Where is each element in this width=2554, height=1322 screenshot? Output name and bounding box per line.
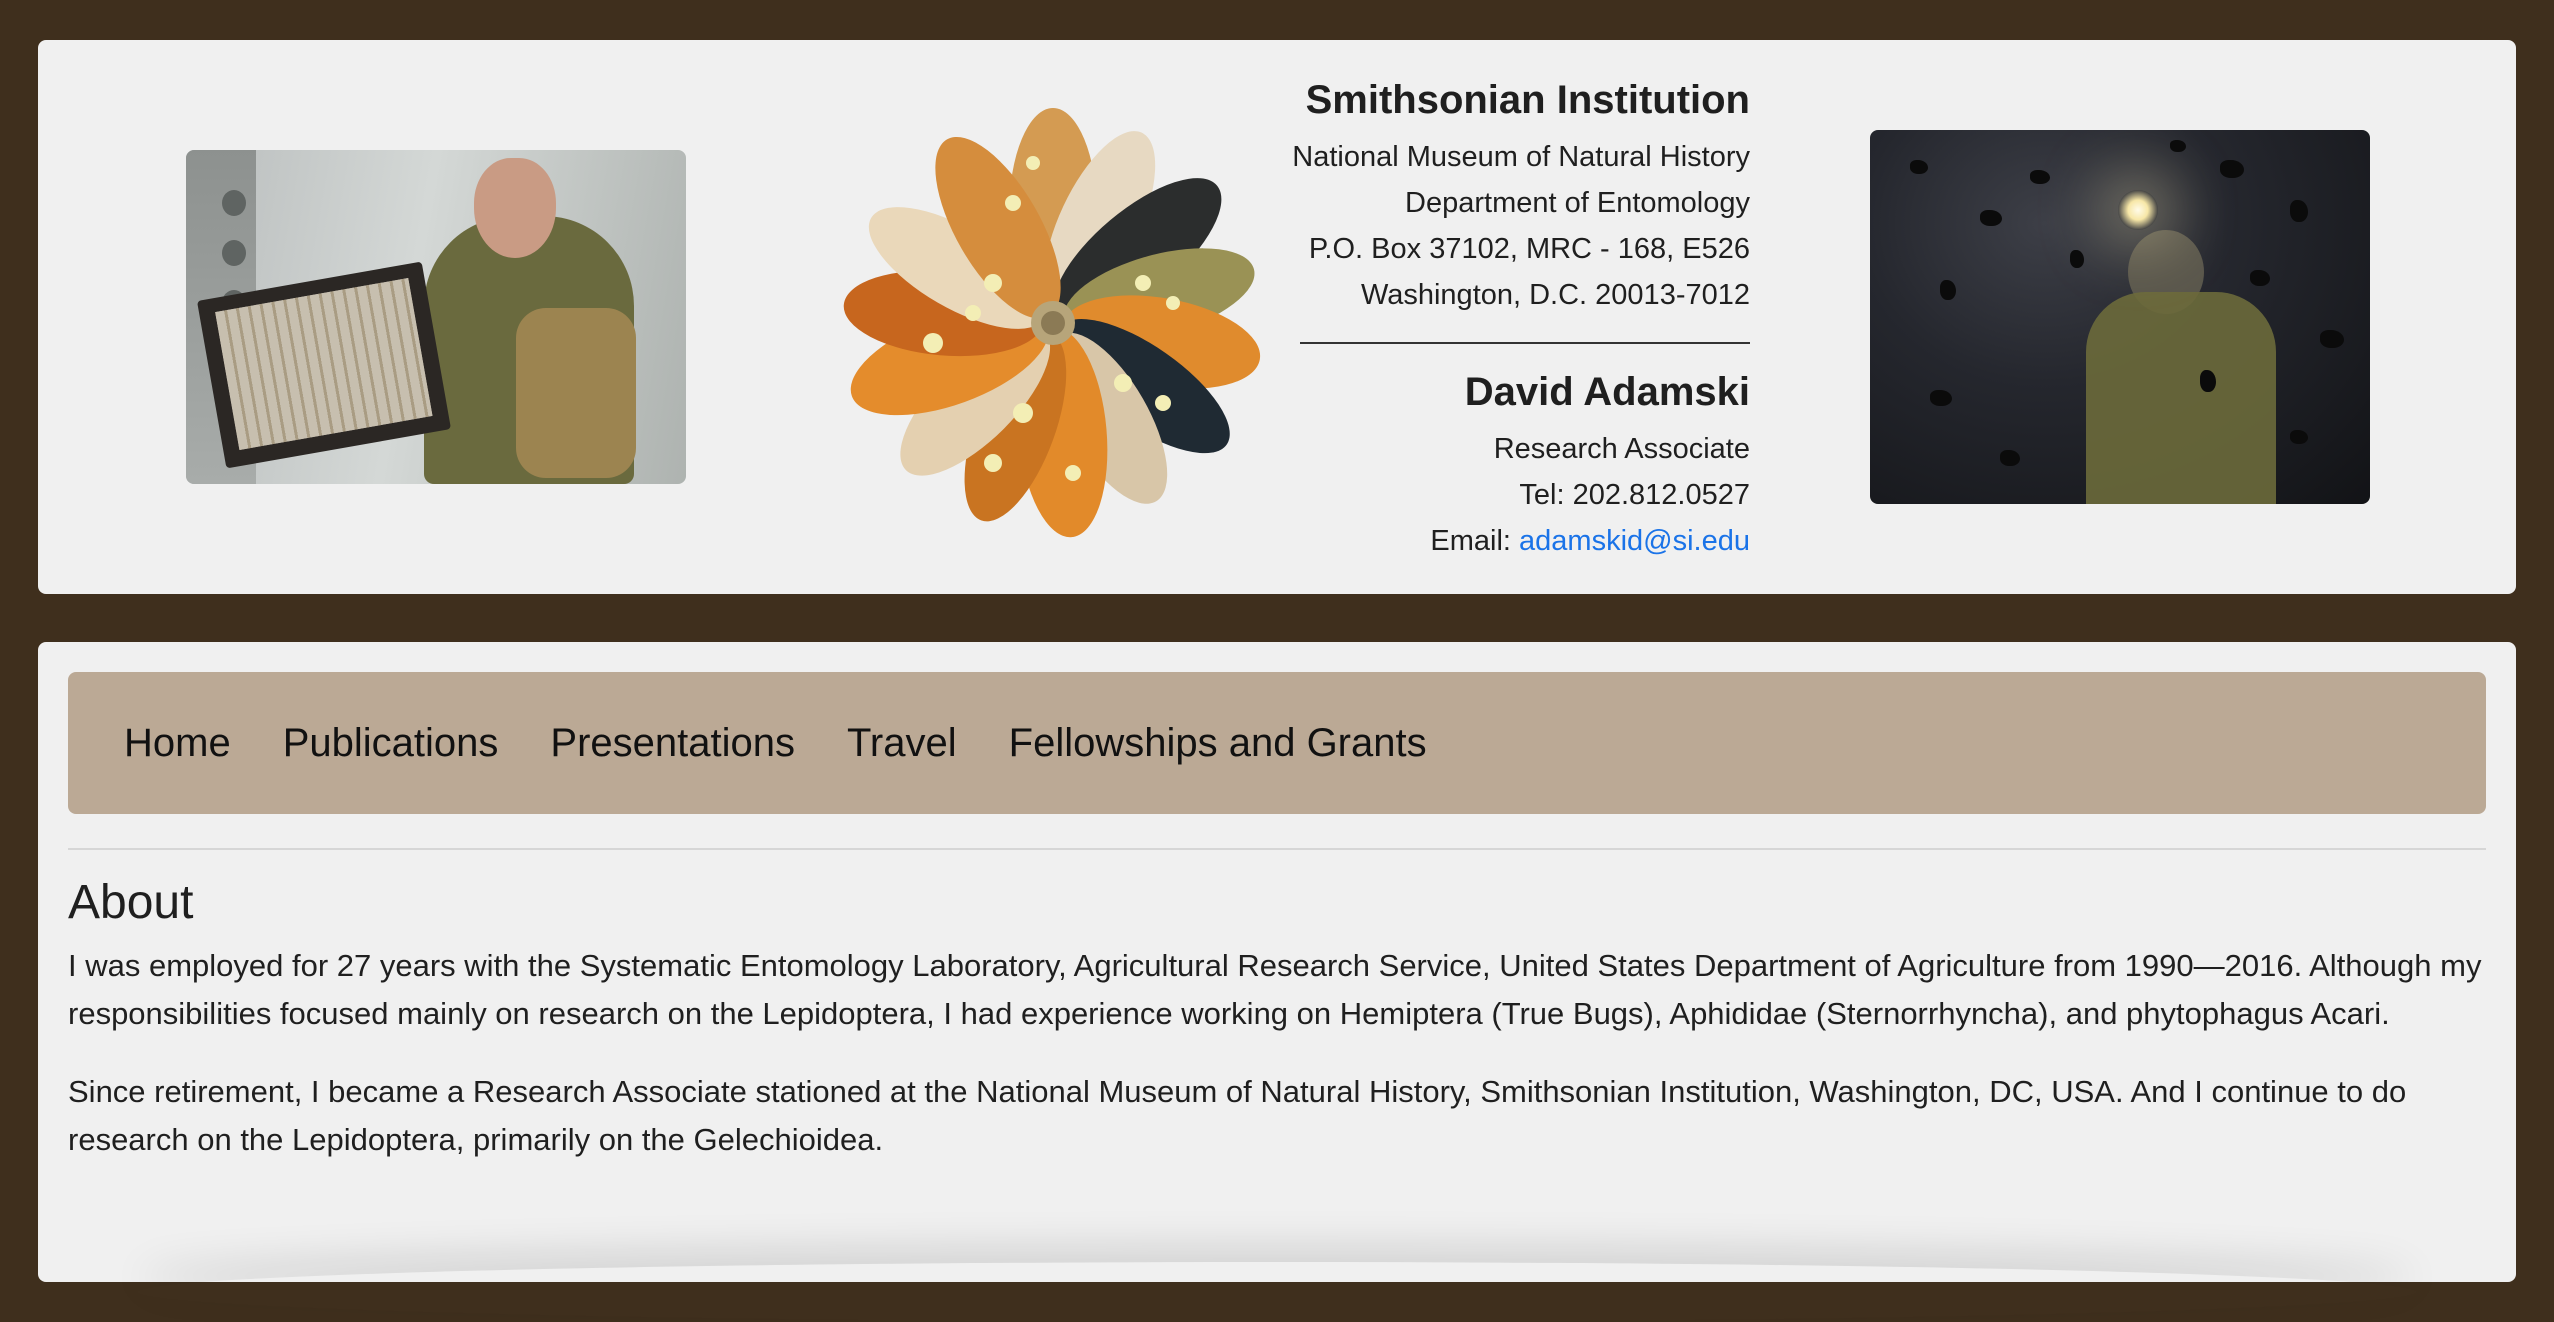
person-role: Research Associate [1493, 433, 1750, 465]
about-paragraph: Since retirement, I became a Research As… [68, 1073, 2407, 1157]
moth [1940, 280, 1956, 300]
moth [2000, 450, 2020, 466]
moth [2070, 250, 2084, 268]
about-section: About I was employed for 27 years with t… [68, 874, 2498, 1194]
content-card: Home Publications Presentations Travel F… [38, 642, 2516, 1282]
address-line: P.O. Box 37102, MRC - 168, E526 [1308, 233, 1750, 265]
section-divider [68, 848, 2486, 850]
headlamp-glow [2118, 190, 2158, 230]
moth [2250, 270, 2270, 286]
nav-presentations[interactable]: Presentations [550, 721, 795, 766]
moth [1910, 160, 1928, 174]
headlamp-moths-photo [1870, 130, 2370, 504]
email-link[interactable]: adamskid@si.edu [1519, 525, 1750, 557]
person-head [474, 158, 556, 258]
address-line: National Museum of Natural History [1292, 141, 1750, 173]
contact-divider [1300, 342, 1750, 344]
email-label: Email: [1430, 525, 1520, 557]
moth [2170, 140, 2186, 152]
moth [1980, 210, 2002, 226]
address-line: Washington, D.C. 20013-7012 [1360, 279, 1750, 311]
moth [2290, 200, 2308, 222]
institution-name: Smithsonian Institution [1305, 78, 1750, 122]
person-name: David Adamski [1464, 370, 1750, 414]
header-card: Smithsonian Institution National Museum … [38, 40, 2516, 594]
moth [2200, 370, 2216, 392]
about-heading: About [68, 876, 194, 929]
moth [2320, 330, 2344, 348]
address-line: Department of Entomology [1405, 187, 1750, 219]
scroll-shadow [138, 1262, 2416, 1322]
moth [2290, 430, 2308, 444]
nav-home[interactable]: Home [124, 721, 231, 766]
moth [2030, 170, 2050, 184]
telephone: Tel: 202.812.0527 [1519, 479, 1750, 511]
person-sleeve [516, 308, 636, 478]
researcher-photo [186, 150, 686, 484]
moth [1930, 390, 1952, 406]
butterfly-rosette-logo [843, 108, 1261, 538]
cabinet-hole [222, 240, 246, 266]
person-vest [2086, 292, 2276, 504]
specimen-grid [215, 278, 433, 450]
moth [2220, 160, 2244, 178]
nav-travel[interactable]: Travel [847, 721, 957, 766]
about-paragraph: I was employed for 27 years with the Sys… [68, 947, 2482, 1031]
main-nav: Home Publications Presentations Travel F… [68, 672, 2486, 814]
nav-fellowships-and-grants[interactable]: Fellowships and Grants [1009, 721, 1427, 766]
email-line: Email: adamskid@si.edu [1230, 518, 1750, 564]
cabinet-hole [222, 190, 246, 216]
contact-block: Smithsonian Institution National Museum … [1230, 76, 1750, 564]
nav-publications[interactable]: Publications [283, 721, 499, 766]
